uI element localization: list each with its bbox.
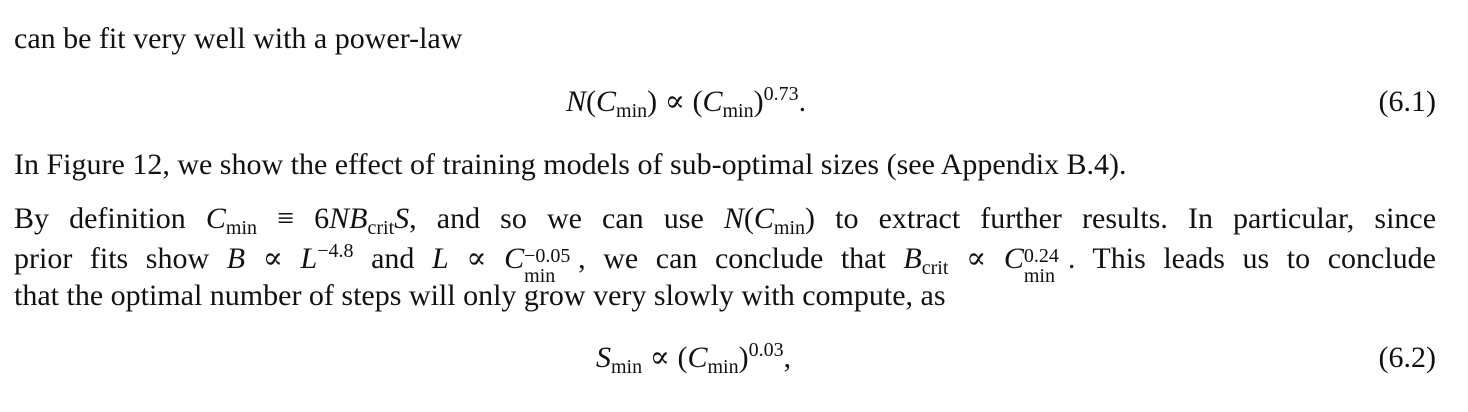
def1-NB: NB <box>329 202 368 235</box>
def1-min2-subscript: min <box>773 217 806 239</box>
def2-C2-scripts: 0.24 min <box>1024 245 1068 287</box>
def1-S: S <box>394 202 410 235</box>
eq1-exponent: 0.73 <box>763 83 799 105</box>
def2-crit-subscript: crit <box>921 257 949 279</box>
equation-6-1: N(Cmin) ∝ (Cmin)0.73. <box>566 82 806 131</box>
eq1-period: . <box>798 85 807 118</box>
def2-L: L <box>300 242 318 275</box>
eq1-rhs-C: C <box>702 85 723 118</box>
eq1-N: N <box>566 85 587 118</box>
def1-C2: C <box>753 202 774 235</box>
def2-C: C <box>504 242 525 275</box>
equation-number-6-2: (6.2) <box>1378 341 1436 374</box>
def2-B2: B <box>903 242 922 275</box>
eq2-propto: ∝ <box>642 341 678 374</box>
def2-B: B <box>226 242 246 275</box>
def2-text-d: . This leads us to conclude <box>1067 242 1436 275</box>
eq1-rhs-min-subscript: min <box>722 100 754 122</box>
equation-number-6-1: (6.1) <box>1378 85 1436 118</box>
eq1-rhs-paren-close: ) <box>753 85 764 118</box>
def2-text-c: , we can conclude that <box>578 242 904 275</box>
eq2-paren-open: ( <box>677 341 688 374</box>
def1-crit-subscript: crit <box>367 217 395 239</box>
eq1-paren-close: ) <box>647 85 658 118</box>
def1-text-b: , and so we can use <box>409 202 724 235</box>
paragraph-line-definition-3: that the optimal number of steps will on… <box>14 279 946 313</box>
def1-min-subscript: min <box>225 217 258 239</box>
def2-propto-3: ∝ <box>948 242 1004 275</box>
text-power-law-intro: can be fit very well with a power-law <box>14 22 463 55</box>
def1-N: N <box>723 202 744 235</box>
paragraph-line-definition-1: By definition Cmin ≡ 6NBcritS, and so we… <box>14 202 1436 245</box>
eq2-min-subscript: min <box>611 356 643 378</box>
def1-paren-close: ) <box>805 202 816 235</box>
def2-text-a: prior fits show <box>14 242 227 275</box>
def2-text-b: and <box>353 242 432 275</box>
def2-C-scripts: −0.05 min <box>524 245 578 287</box>
def1-C: C <box>205 202 226 235</box>
def2-C2: C <box>1003 242 1024 275</box>
def2-propto-1: ∝ <box>245 242 301 275</box>
eq1-propto: ∝ <box>657 85 693 118</box>
eq1-rhs-paren-open: ( <box>692 85 703 118</box>
eq2-exponent: 0.03 <box>748 339 784 361</box>
eq1-paren-open: ( <box>586 85 597 118</box>
def1-paren-open: ( <box>743 202 754 235</box>
paragraph-line-figure-12: In Figure 12, we show the effect of trai… <box>14 148 1127 182</box>
equation-6-2: Smin ∝ (Cmin)0.03, <box>596 338 791 387</box>
eq1-min-subscript: min <box>616 100 648 122</box>
eq2-C-min-subscript: min <box>707 356 739 378</box>
eq2-comma: , <box>783 341 792 374</box>
eq2-paren-close: ) <box>738 341 749 374</box>
text-figure-12: In Figure 12, we show the effect of trai… <box>14 148 1127 181</box>
def2-L2: L <box>431 242 449 275</box>
def1-equiv: ≡ 6 <box>257 202 330 235</box>
def3-text: that the optimal number of steps will on… <box>14 279 946 312</box>
def2-propto-2: ∝ <box>448 242 505 275</box>
eq2-S: S <box>596 341 611 374</box>
def1-text-a: By definition <box>14 202 206 235</box>
def2-L-exponent: −4.8 <box>317 240 354 262</box>
paragraph-line-power-law: can be fit very well with a power-law <box>14 22 462 56</box>
eq2-C: C <box>687 341 708 374</box>
def1-text-c: to extract further results. In particula… <box>815 202 1437 235</box>
def2-C2-subscript: min <box>1023 265 1055 287</box>
eq1-C: C <box>596 85 617 118</box>
